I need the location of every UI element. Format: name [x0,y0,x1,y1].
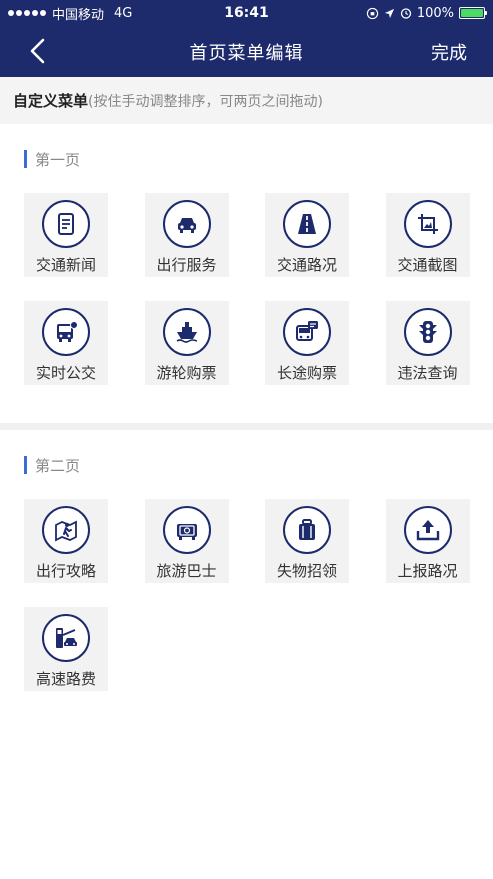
menu-item-tour-bus[interactable]: 旅游巴士 [144,499,229,583]
menu-item-label: 长途购票 [276,364,337,382]
ship-icon [162,308,211,356]
menu-item-label: 高速路费 [35,670,96,688]
navigation-bar: 首页菜单编辑 完成 [0,26,493,77]
section-accent-bar [24,456,27,474]
hint-title: 自定义菜单 [13,92,89,110]
menu-grid: 出行攻略 旅游巴士 失物招领 上报路况 高速路费 [0,499,493,715]
menu-item-cruise-ticket[interactable]: 游轮购票 [144,301,229,385]
section-title: 第一页 [0,149,493,169]
location-arrow-icon [384,8,394,18]
menu-item-lost-and-found[interactable]: 失物招领 [265,499,349,583]
news-icon [42,200,90,248]
toll-icon [42,614,90,662]
section-title-text: 第二页 [35,456,81,475]
menu-item-label: 旅游巴士 [156,562,217,580]
menu-item-traffic-conditions[interactable]: 交通路况 [265,193,349,277]
section-accent-bar [24,150,27,168]
menu-item-label: 上报路况 [397,562,458,580]
menu-item-traffic-news[interactable]: 交通新闻 [24,193,108,277]
battery-percent: 100% [416,5,454,21]
menu-item-report-conditions[interactable]: 上报路况 [385,499,470,583]
network-type: 4G [114,5,133,21]
alarm-icon [400,8,411,19]
menu-item-label: 游轮购票 [156,364,217,382]
page-title: 首页菜单编辑 [189,42,304,64]
menu-item-violation-query[interactable]: 违法查询 [385,301,470,385]
menu-item-highway-toll[interactable]: 高速路费 [24,607,108,691]
chevron-left-icon [30,38,45,64]
section-divider [0,423,493,430]
status-bar: 中国移动 4G 16:41 100% [0,0,493,26]
menu-item-label: 交通截图 [397,256,458,274]
orientation-lock-icon [366,7,378,19]
menu-item-label: 出行服务 [156,256,217,274]
luggage-icon [283,506,331,554]
car-icon [162,200,211,248]
header: 中国移动 4G 16:41 100% 首页菜单编辑 完成 [0,0,493,77]
menu-item-coach-ticket[interactable]: 长途购票 [265,301,349,385]
menu-grid: 交通新闻 出行服务 交通路况 交通截图 实时公交 游轮购票 长途购票 违法查询 [0,193,493,409]
section-title: 第二页 [0,455,493,475]
menu-item-label: 交通路况 [276,256,337,274]
menu-item-label: 出行攻略 [35,562,96,580]
menu-item-travel-guide[interactable]: 出行攻略 [24,499,108,583]
back-button[interactable] [26,38,50,64]
menu-item-label: 实时公交 [35,364,96,382]
menu-page-2: 第二页 出行攻略 旅游巴士 失物招领 上报路况 高速路费 [0,430,493,729]
travel-guide-icon [42,506,90,554]
menu-item-travel-service[interactable]: 出行服务 [144,193,229,277]
hint-subtitle: (按住手动调整排序，可两页之间拖动) [88,93,323,110]
menu-page-1: 第一页 交通新闻 出行服务 交通路况 交通截图 实时公交 游轮购票 长途购票 违… [0,124,493,423]
carrier-name: 中国移动 [52,7,105,23]
bus-icon [42,308,90,356]
menu-item-label: 失物招领 [276,562,337,580]
menu-item-label: 交通新闻 [35,256,96,274]
menu-item-realtime-bus[interactable]: 实时公交 [24,301,108,385]
menu-item-label: 违法查询 [397,364,458,382]
tour-bus-icon [162,506,211,554]
battery-icon [459,7,487,19]
section-title-text: 第一页 [35,150,81,169]
menu-item-traffic-screenshot[interactable]: 交通截图 [385,193,470,277]
signal-icon [8,10,46,16]
upload-icon [403,506,452,554]
road-icon [283,200,331,248]
coach-icon [283,308,331,356]
traffic-light-icon [403,308,452,356]
crop-image-icon [403,200,452,248]
edit-hint: 自定义菜单 (按住手动调整排序，可两页之间拖动) [0,77,493,124]
done-button[interactable]: 完成 [431,39,467,65]
